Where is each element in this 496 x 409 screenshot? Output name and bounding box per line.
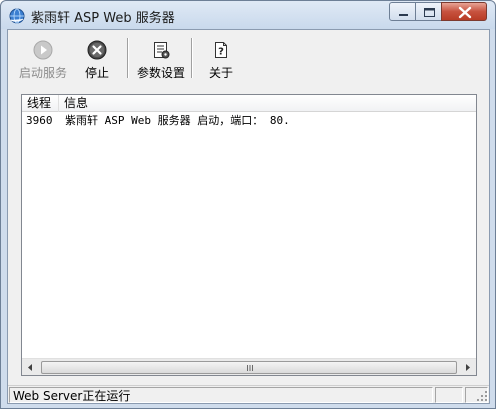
grip-icon [247,365,253,371]
minimize-icon [399,14,408,16]
start-service-label: 启动服务 [18,66,67,80]
close-icon [458,6,472,19]
scroll-right-button[interactable] [459,359,476,376]
title-bar[interactable]: 紫雨轩 ASP Web 服务器 [1,1,495,29]
scroll-left-button[interactable] [22,359,39,376]
resize-grip-icon[interactable] [476,390,488,402]
main-window: 紫雨轩 ASP Web 服务器 启动服务 停止 参数设置 ? 关于 线程 信息 … [0,0,496,409]
log-list[interactable]: 线程 信息 3960 紫雨轩 ASP Web 服务器 启动，端口： 80. [21,94,477,376]
table-row[interactable]: 3960 紫雨轩 ASP Web 服务器 启动，端口： 80. [22,113,476,129]
about-label: 关于 [208,66,233,80]
arrow-left-icon [28,364,32,371]
close-button[interactable] [441,2,487,21]
scrollbar-thumb[interactable] [41,361,457,374]
about-button[interactable]: ? 关于 [204,34,238,82]
toolbar: 启动服务 停止 参数设置 ? 关于 [8,30,489,88]
globe-icon [9,8,25,24]
stop-button[interactable]: 停止 [80,34,114,82]
stop-label: 停止 [84,66,109,80]
list-header: 线程 信息 [22,95,476,112]
info-cell: 紫雨轩 ASP Web 服务器 启动，端口： 80. [65,114,290,127]
column-header-info[interactable]: 信息 [59,95,476,112]
maximize-button[interactable] [415,2,442,21]
help-document-icon: ? [215,42,227,58]
stop-icon [87,40,107,60]
window-title: 紫雨轩 ASP Web 服务器 [31,11,175,26]
toolbar-separator [191,38,193,78]
start-service-button[interactable]: 启动服务 [16,34,70,82]
minimize-button[interactable] [389,2,416,21]
status-text: Web Server正在运行 [9,387,433,403]
status-bar: Web Server正在运行 [8,385,489,403]
maximize-icon [424,8,435,17]
list-rows: 3960 紫雨轩 ASP Web 服务器 启动，端口： 80. [22,113,476,129]
thread-cell: 3960 [26,114,53,127]
toolbar-separator [127,38,129,78]
svg-text:?: ? [218,47,224,58]
client-area: 启动服务 停止 参数设置 ? 关于 线程 信息 3960 紫雨轩 ASP Web… [7,29,490,404]
settings-label: 参数设置 [136,66,185,80]
horizontal-scrollbar[interactable] [22,358,476,375]
settings-button[interactable]: 参数设置 [135,34,187,82]
document-settings-icon [154,42,170,59]
arrow-right-icon [466,364,470,371]
play-icon [33,40,53,60]
column-header-thread[interactable]: 线程 [22,95,59,112]
status-pane-2 [435,387,463,403]
